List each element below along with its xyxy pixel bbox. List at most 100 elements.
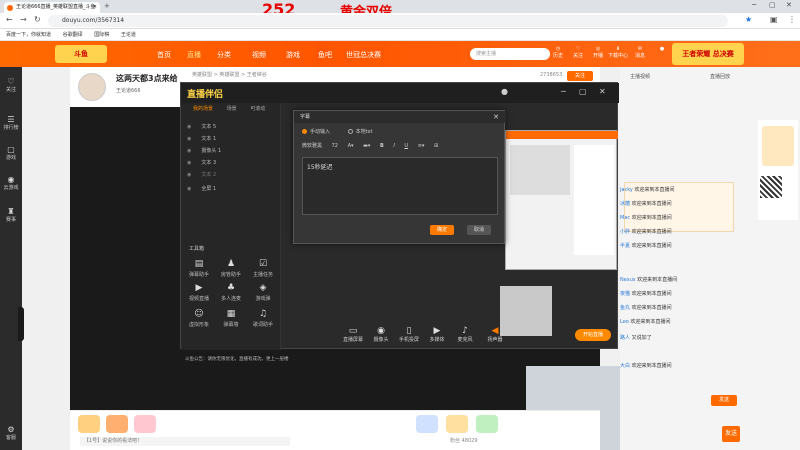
align-icon[interactable]: ≡▾ xyxy=(418,143,425,149)
app-close-icon[interactable]: ✕ xyxy=(599,87,606,96)
source-row[interactable]: ◉ 摄像头 1 xyxy=(187,145,277,157)
color-icon[interactable]: A▾ xyxy=(348,143,354,149)
microphone-button[interactable]: ♪ 麦克风 xyxy=(452,326,478,343)
tool-task[interactable]: ☑ 主播任务 xyxy=(249,259,277,278)
font-select[interactable]: 微软雅黑 xyxy=(302,143,322,149)
phone-cast-button[interactable]: ▯ 手机投屏 xyxy=(396,326,422,343)
gift-icon[interactable] xyxy=(446,415,468,433)
source-row[interactable]: ◉ 文本 5 xyxy=(187,121,277,133)
sidebar-item-events[interactable]: ♜ 赛事 xyxy=(0,207,22,223)
bookmark-item[interactable]: 百度一下，你就知道 xyxy=(6,32,51,38)
cancel-button[interactable]: 取消 xyxy=(467,225,491,235)
bold-icon[interactable]: B xyxy=(380,143,384,149)
start-live-button[interactable]: 开始直播 xyxy=(575,329,611,341)
tool-game[interactable]: ◈ 游戏弹 xyxy=(249,283,277,302)
side-ad[interactable] xyxy=(758,120,798,220)
sidebar-item-cloudgame[interactable]: ◉ 云游戏 xyxy=(0,175,22,191)
close-tab-icon[interactable]: ✕ xyxy=(93,2,97,13)
site-logo[interactable]: 斗鱼 xyxy=(55,45,107,63)
tool-admin[interactable]: ♟ 房管助手 xyxy=(217,259,245,278)
forward-icon[interactable]: → xyxy=(20,15,27,24)
bookmark-item[interactable]: 国际棋 xyxy=(94,32,109,38)
close-icon[interactable]: ✕ xyxy=(493,111,499,123)
message-icon[interactable]: ✉ 消息 xyxy=(630,46,650,59)
nav-yuba[interactable]: 鱼吧 xyxy=(318,50,332,60)
minimize-icon[interactable]: ─ xyxy=(752,1,756,9)
media-button[interactable]: ▶ 多媒体 xyxy=(424,326,450,343)
tab-scroll[interactable]: 可滚动 xyxy=(250,106,265,112)
tool-danmu[interactable]: ▤ 弹幕助手 xyxy=(185,259,213,278)
send-button[interactable]: 发送 xyxy=(711,395,737,406)
italic-icon[interactable]: I xyxy=(393,143,394,149)
gift-icon[interactable] xyxy=(416,415,438,433)
close-window-icon[interactable]: ✕ xyxy=(786,1,792,9)
source-row[interactable]: ◉ 全屏 1 xyxy=(187,183,277,195)
bookmark-item[interactable]: 谷歌翻译 xyxy=(63,32,83,38)
follow-button[interactable]: 关注 xyxy=(567,71,593,81)
nav-video[interactable]: 视频 xyxy=(252,50,266,60)
history-icon[interactable]: ◷ 历史 xyxy=(548,46,568,59)
size-select[interactable]: 72 xyxy=(332,143,338,149)
tab-replay[interactable]: 直播回放 xyxy=(710,73,730,80)
tab-my-scene[interactable]: 我的场景 xyxy=(193,106,213,112)
bookmark-item[interactable]: 王论道 xyxy=(121,32,136,38)
chat-input[interactable]: 【1号】说说你的看法吧！ xyxy=(80,437,290,446)
subtitle-text-input[interactable]: 15秒延迟 xyxy=(302,157,498,215)
streamer-avatar[interactable] xyxy=(78,73,106,101)
source-row[interactable]: ◉ 文本 1 xyxy=(187,133,277,145)
sidebar-collapse-handle[interactable] xyxy=(18,307,24,341)
streamer-name[interactable]: 王论道666 xyxy=(116,87,141,94)
tool-multi[interactable]: ♣ 多人连麦 xyxy=(217,283,245,302)
menu-icon[interactable]: ⋮ xyxy=(788,15,796,24)
source-row[interactable]: ◉ 文本 3 xyxy=(187,157,277,169)
nav-game[interactable]: 游戏 xyxy=(286,50,300,60)
radio-local-txt[interactable]: 本地txt xyxy=(347,129,373,135)
maximize-icon[interactable]: ▢ xyxy=(769,1,776,9)
tab-streamer-video[interactable]: 主播视频 xyxy=(630,73,650,80)
underline-icon[interactable]: U xyxy=(404,143,408,149)
red-send-button[interactable]: 发送 xyxy=(722,426,740,442)
tool-lyrics[interactable]: ♫ 歌词助手 xyxy=(249,309,277,328)
extension-icon[interactable]: ▣ xyxy=(770,15,778,24)
new-tab-button[interactable]: + xyxy=(104,2,110,10)
camera-button[interactable]: ◉ 摄像头 xyxy=(368,326,394,343)
broadcast-icon[interactable]: ◎ 开播 xyxy=(588,46,608,59)
gift-icon[interactable] xyxy=(106,415,128,433)
tab-scene[interactable]: 场景 xyxy=(227,106,237,112)
scene-panel: 我的场景 场景 可滚动 ◉ 文本 5 ◉ 文本 1 ◉ 摄像头 1 ◉ 文本 3 ◉ 文本… xyxy=(181,103,281,350)
gift-icon[interactable] xyxy=(476,415,498,433)
radio-manual[interactable]: 手动输入 xyxy=(302,129,330,135)
nav-home[interactable]: 首页 xyxy=(157,50,171,60)
user-avatar[interactable]: ● xyxy=(652,46,672,52)
url-field[interactable]: douyu.com/3567314 xyxy=(48,15,728,27)
app-maximize-icon[interactable]: ▢ xyxy=(579,87,587,96)
ok-button[interactable]: 确定 xyxy=(430,225,454,235)
search-input[interactable]: 搜索主播 xyxy=(470,48,550,60)
layout-icon[interactable]: ⊞ xyxy=(434,143,438,149)
tool-wall[interactable]: ▦ 弹幕墙 xyxy=(217,309,245,328)
browser-tab[interactable]: 王论道666直播_英雄联盟直播_斗鱼 ✕ xyxy=(4,2,100,13)
sidebar-item-follow[interactable]: ♡ 关注 xyxy=(0,77,22,93)
reload-icon[interactable]: ↻ xyxy=(34,15,41,24)
star-icon[interactable]: ★ xyxy=(745,15,752,24)
back-icon[interactable]: ← xyxy=(6,15,13,24)
nav-category[interactable]: 分类 xyxy=(217,50,231,60)
tool-avatar[interactable]: ☺ 虚拟形象 xyxy=(185,309,213,328)
screen-capture-button[interactable]: ▭ 直播屏幕 xyxy=(340,326,366,343)
bgcolor-icon[interactable]: ▬▾ xyxy=(363,143,370,149)
breadcrumb[interactable]: 英雄联盟 > 英雄联盟 > 王者峡谷 xyxy=(192,71,267,78)
tool-video[interactable]: ▶ 视频直播 xyxy=(185,283,213,302)
sidebar-item-rank[interactable]: ☰ 排行榜 xyxy=(0,115,22,131)
nav-live[interactable]: 直播 xyxy=(187,50,201,60)
app-minimize-icon[interactable]: ─ xyxy=(561,87,566,96)
download-icon[interactable]: ⬇ 下载中心 xyxy=(608,46,628,59)
gift-icon[interactable] xyxy=(134,415,156,433)
gift-icon[interactable] xyxy=(78,415,100,433)
app-avatar-icon[interactable]: ● xyxy=(501,87,508,96)
sidebar-item-service[interactable]: ⚙ 客服 xyxy=(0,425,22,441)
follow-icon[interactable]: ♡ 关注 xyxy=(568,46,588,59)
nav-finals[interactable]: 世冠总决赛 xyxy=(346,50,381,60)
finals-banner[interactable]: 王者荣耀 总决赛 xyxy=(672,43,744,65)
sidebar-item-game[interactable]: ▢ 游戏 xyxy=(0,145,22,161)
source-row[interactable]: ◉ 文本 2 xyxy=(187,169,277,181)
